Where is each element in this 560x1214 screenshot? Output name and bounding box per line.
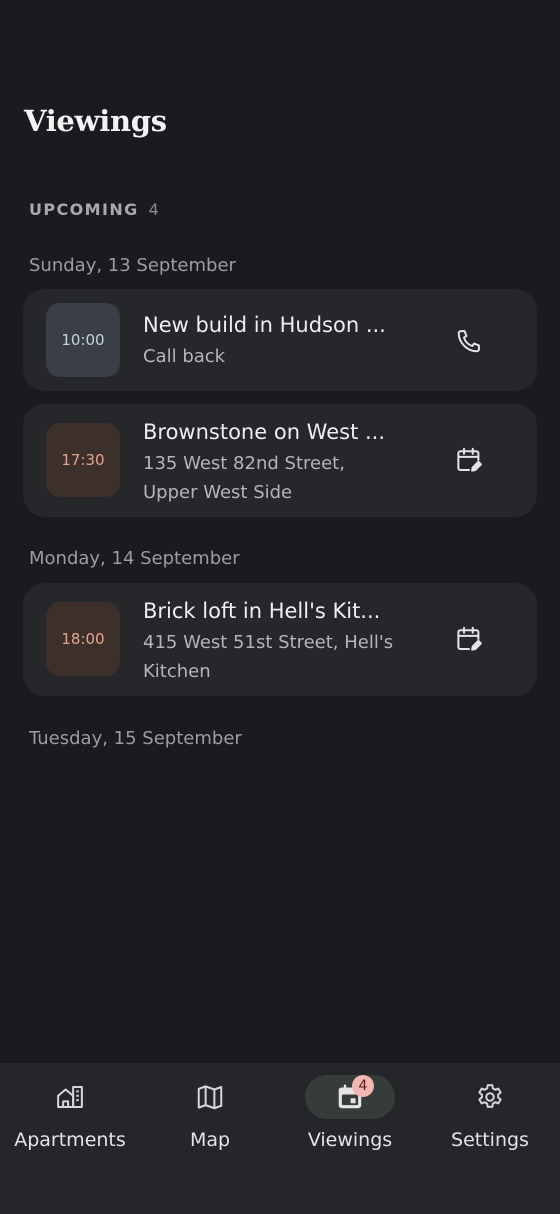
calendar-edit-icon[interactable] <box>453 444 485 476</box>
nav-item-viewings[interactable]: 4 Viewings <box>280 1063 420 1214</box>
viewings-screen: Viewings UPCOMING 4 Sunday, 13 September … <box>0 0 560 1214</box>
viewing-title: Brownstone on West ... <box>143 420 386 444</box>
map-icon <box>195 1082 225 1112</box>
upcoming-header: UPCOMING 4 <box>29 200 159 219</box>
viewing-address-line2: Upper West Side <box>143 482 293 503</box>
calendar-edit-icon[interactable] <box>453 623 485 655</box>
viewing-card[interactable]: 10:00 New build in Hudson ... Call back <box>23 289 537 391</box>
viewing-address-line2: Kitchen <box>143 661 211 682</box>
viewing-address-line1: 415 West 51st Street, Hell's <box>143 632 394 653</box>
nav-item-settings[interactable]: Settings <box>420 1063 560 1214</box>
viewing-address-line1: 135 West 82nd Street, <box>143 453 345 474</box>
nav-label: Map <box>189 1129 231 1151</box>
time-badge: 10:00 <box>46 303 120 377</box>
upcoming-count: 4 <box>148 200 159 219</box>
viewing-card[interactable]: 17:30 Brownstone on West ... 135 West 82… <box>23 404 537 517</box>
time-badge: 17:30 <box>46 423 120 497</box>
nav-label: Apartments <box>14 1129 126 1151</box>
time-badge: 18:00 <box>46 602 120 676</box>
notification-badge: 4 <box>352 1075 374 1097</box>
bottom-navigation: Apartments Map 4 Viewings Settings <box>0 1063 560 1214</box>
day-label: Monday, 14 September <box>29 548 240 569</box>
nav-label: Settings <box>451 1129 529 1151</box>
day-label: Sunday, 13 September <box>29 255 236 276</box>
nav-item-map[interactable]: Map <box>140 1063 280 1214</box>
apartments-icon <box>55 1082 85 1112</box>
viewing-card[interactable]: 18:00 Brick loft in Hell's Kit... 415 We… <box>23 583 537 696</box>
nav-label: Viewings <box>307 1129 393 1151</box>
viewing-status: Call back <box>143 346 226 367</box>
day-label: Tuesday, 15 September <box>29 728 242 749</box>
phone-icon[interactable] <box>453 325 485 357</box>
upcoming-label: UPCOMING <box>29 200 139 219</box>
viewing-title: New build in Hudson ... <box>143 313 386 337</box>
gear-icon <box>475 1082 505 1112</box>
page-title: Viewings <box>24 104 167 138</box>
viewing-title: Brick loft in Hell's Kit... <box>143 599 381 623</box>
nav-item-apartments[interactable]: Apartments <box>0 1063 140 1214</box>
